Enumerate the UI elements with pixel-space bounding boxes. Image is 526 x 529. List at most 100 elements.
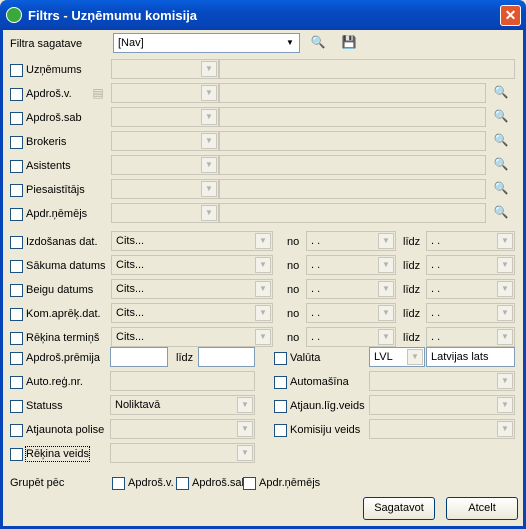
row-checkbox[interactable] <box>10 160 23 173</box>
premium-checkbox[interactable] <box>10 352 23 365</box>
chevron-down-icon: ▼ <box>237 421 253 437</box>
date-to-picker-value: . . <box>431 307 441 319</box>
status-checkbox[interactable] <box>10 400 23 413</box>
commission-type-select[interactable]: ▼ <box>369 419 515 439</box>
row-name-field[interactable] <box>219 59 515 79</box>
close-button[interactable]: ✕ <box>500 5 521 26</box>
date-to-picker[interactable]: . . ▼ <box>426 255 515 275</box>
cancel-button[interactable]: Atcelt <box>446 497 518 520</box>
date-period-select[interactable]: Cits... ▼ <box>111 231 273 251</box>
date-row-checkbox[interactable] <box>10 284 23 297</box>
search-icon[interactable]: 🔍 <box>492 84 510 102</box>
row-name-field[interactable] <box>219 107 486 127</box>
date-period-select[interactable]: Cits... ▼ <box>111 255 273 275</box>
premium-to-input[interactable] <box>198 347 255 367</box>
row-label: Apdr.ņēmējs <box>26 208 88 220</box>
currency-checkbox[interactable] <box>274 352 287 365</box>
date-from-picker[interactable]: . . ▼ <box>306 303 396 323</box>
invoice-type-checkbox[interactable] <box>10 448 23 461</box>
group-option-checkbox[interactable] <box>243 477 256 490</box>
date-to-picker[interactable]: . . ▼ <box>426 303 515 323</box>
date-to-picker[interactable]: . . ▼ <box>426 327 515 347</box>
row-name-field[interactable] <box>219 83 486 103</box>
row-code-select[interactable]: ▼ <box>111 155 219 175</box>
date-row-checkbox[interactable] <box>10 308 23 321</box>
search-icon[interactable]: 🔍 <box>309 34 327 52</box>
renew-type-select[interactable]: ▼ <box>369 395 515 415</box>
search-icon[interactable]: 🔍 <box>492 132 510 150</box>
chevron-down-icon: ▼ <box>201 109 217 125</box>
row-name-field[interactable] <box>219 179 486 199</box>
row-code-select[interactable]: ▼ <box>111 83 219 103</box>
row-name-field[interactable] <box>219 131 486 151</box>
invoice-type-label: Rēķina veids <box>25 446 90 462</box>
window-frame-left <box>0 30 3 529</box>
row-code-select[interactable]: ▼ <box>111 203 219 223</box>
date-row-label: Rēķina termiņš <box>26 332 100 344</box>
date-period-select[interactable]: Cits... ▼ <box>111 327 273 347</box>
auto-reg-label: Auto.reģ.nr. <box>26 376 83 388</box>
date-from-picker[interactable]: . . ▼ <box>306 255 396 275</box>
status-label: Statuss <box>26 400 63 412</box>
row-checkbox[interactable] <box>10 136 23 149</box>
chevron-down-icon: ▼ <box>201 133 217 149</box>
commission-type-checkbox[interactable] <box>274 424 287 437</box>
date-period-select[interactable]: Cits... ▼ <box>111 279 273 299</box>
currency-select[interactable]: LVL ▼ <box>369 347 425 367</box>
date-from-label: no <box>287 332 300 344</box>
premium-from-input[interactable] <box>110 347 168 367</box>
group-option-checkbox[interactable] <box>112 477 125 490</box>
date-row-checkbox[interactable] <box>10 236 23 249</box>
date-from-label: no <box>287 284 300 296</box>
preset-select[interactable]: [Nav] ▼ <box>113 33 300 53</box>
row-checkbox[interactable] <box>10 208 23 221</box>
row-code-select[interactable]: ▼ <box>111 179 219 199</box>
date-row-checkbox[interactable] <box>10 332 23 345</box>
date-to-picker[interactable]: . . ▼ <box>426 279 515 299</box>
group-option-checkbox[interactable] <box>176 477 189 490</box>
save-icon[interactable]: 💾 <box>340 34 358 52</box>
prepare-button[interactable]: Sagatavot <box>363 497 435 520</box>
chevron-down-icon: ▼ <box>497 257 513 273</box>
row-code-select[interactable]: ▼ <box>111 59 219 79</box>
date-to-label: līdz <box>403 284 421 296</box>
row-code-select[interactable]: ▼ <box>111 107 219 127</box>
date-from-picker[interactable]: . . ▼ <box>306 279 396 299</box>
chevron-down-icon: ▼ <box>201 61 217 77</box>
date-row-checkbox[interactable] <box>10 260 23 273</box>
search-icon[interactable]: 🔍 <box>492 180 510 198</box>
row-checkbox[interactable] <box>10 184 23 197</box>
status-select[interactable]: Noliktavā ▼ <box>110 395 255 415</box>
app-icon <box>6 7 22 23</box>
date-from-picker[interactable]: . . ▼ <box>306 327 396 347</box>
renewed-checkbox[interactable] <box>10 424 23 437</box>
row-checkbox[interactable] <box>10 64 23 77</box>
renewed-select[interactable]: ▼ <box>110 419 255 439</box>
date-row-label: Izdošanas dat. <box>26 236 98 248</box>
search-icon[interactable]: 🔍 <box>492 204 510 222</box>
row-code-select[interactable]: ▼ <box>111 131 219 151</box>
date-to-picker[interactable]: . . ▼ <box>426 231 515 251</box>
row-checkbox[interactable] <box>10 112 23 125</box>
row-checkbox[interactable] <box>10 88 23 101</box>
chevron-down-icon: ▼ <box>497 397 513 413</box>
search-icon[interactable]: 🔍 <box>492 108 510 126</box>
row-name-field[interactable] <box>219 203 486 223</box>
chevron-down-icon: ▼ <box>255 257 271 273</box>
auto-reg-input[interactable] <box>110 371 255 391</box>
renew-type-checkbox[interactable] <box>274 400 287 413</box>
search-icon[interactable]: 🔍 <box>492 156 510 174</box>
date-from-picker[interactable]: . . ▼ <box>306 231 396 251</box>
auto-checkbox[interactable] <box>274 376 287 389</box>
auto-reg-checkbox[interactable] <box>10 376 23 389</box>
date-period-select[interactable]: Cits... ▼ <box>111 303 273 323</box>
date-to-picker-value: . . <box>431 331 441 343</box>
chevron-down-icon: ▼ <box>237 397 253 413</box>
invoice-type-select[interactable]: ▼ <box>110 443 255 463</box>
card-icon[interactable]: ▤ <box>89 85 107 103</box>
row-name-field[interactable] <box>219 155 486 175</box>
date-period-select-value: Cits... <box>116 307 145 319</box>
auto-select[interactable]: ▼ <box>369 371 515 391</box>
chevron-down-icon: ▼ <box>255 305 271 321</box>
chevron-down-icon: ▼ <box>497 373 513 389</box>
